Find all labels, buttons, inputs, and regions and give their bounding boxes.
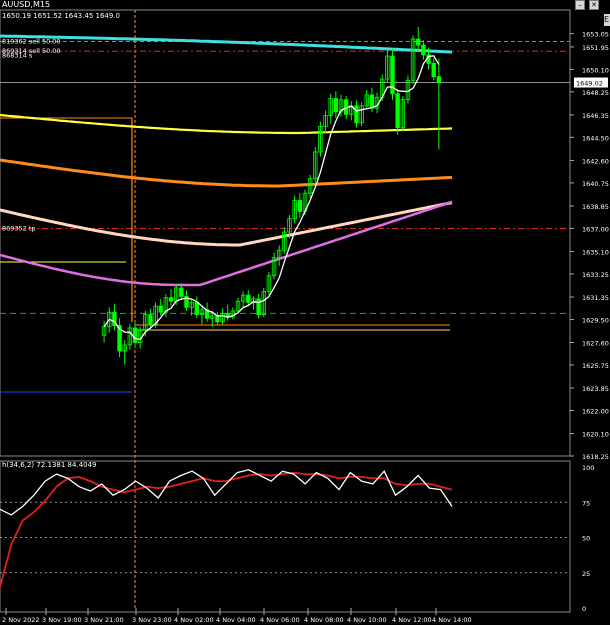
price-tick-label: 1642.60 — [582, 157, 609, 165]
ma-fast — [103, 55, 440, 341]
price-tick-label: 1620.10 — [582, 431, 609, 439]
price-tick-label: 1618.25 — [582, 453, 609, 461]
minimize-button[interactable]: – — [575, 0, 585, 10]
order-label: 819362 sell 50.00 — [2, 37, 61, 45]
price-tick-label: 1638.85 — [582, 203, 609, 211]
price-tick-label: 1648.25 — [582, 89, 609, 97]
candle — [436, 76, 442, 84]
candle — [246, 294, 251, 303]
indicator-tick-label: 0 — [582, 605, 586, 613]
chart-symbol-title: AUUSD,M15 — [2, 0, 51, 9]
current-price-label: 1649.02 — [576, 80, 603, 88]
time-tick-label: 3 Nov 21:00 — [84, 616, 124, 624]
time-tick-label: 4 Nov 04:00 — [216, 616, 256, 624]
price-tick-label: 1644.50 — [582, 134, 609, 142]
price-tick-label: 1635.10 — [582, 248, 609, 256]
ma-orange — [0, 158, 453, 188]
price-tick-label: 1629.50 — [582, 316, 609, 324]
candle — [416, 38, 421, 46]
candle — [395, 93, 400, 129]
time-tick-label: 4 Nov 10:00 — [347, 616, 387, 624]
indicator-title: h(34,6,2) 72.1381 84.4049 — [2, 461, 97, 469]
candle — [354, 105, 359, 124]
candle — [148, 314, 153, 325]
price-tick-label: 1623.85 — [582, 385, 609, 393]
price-tick-label: 1651.95 — [582, 44, 609, 52]
time-tick-label: 4 Nov 14:00 — [432, 616, 472, 624]
candle — [179, 287, 184, 297]
indicator-tick-label: 50 — [582, 535, 590, 543]
candle — [158, 305, 163, 313]
indicator-tick-label: 75 — [582, 499, 590, 507]
candle — [256, 298, 261, 315]
time-tick-label: 4 Nov 06:00 — [260, 616, 300, 624]
side-panel-tab[interactable]: E — [604, 14, 610, 26]
indicator-tick-label: 100 — [582, 464, 594, 472]
candle — [215, 315, 220, 323]
candle — [421, 44, 426, 56]
price-tick-label: 1631.35 — [582, 294, 609, 302]
price-tick-label: 1633.25 — [582, 271, 609, 279]
price-tick-label: 1622.00 — [582, 407, 609, 415]
price-pane-frame — [0, 9, 571, 457]
price-tick-label: 1653.05 — [582, 31, 609, 39]
price-tick-label: 1640.75 — [582, 180, 609, 188]
close-button[interactable]: ✕ — [589, 0, 599, 10]
time-tick-label: 2 Nov 2022 — [2, 616, 40, 624]
indicator-pane-frame — [0, 460, 571, 613]
price-tick-label: 1627.60 — [582, 340, 609, 348]
ma-cyan — [0, 34, 453, 54]
indicator-main-line — [0, 469, 453, 516]
ohlc-readout: 1650.19 1651.52 1643.45 1649.0 — [2, 12, 121, 20]
chart-canvas[interactable]: 1653.05 1651.95 1650.10 1648.25 1646.35 1644.… — [0, 0, 610, 625]
price-tick-label: 1650.10 — [582, 66, 609, 74]
time-tick-label: 4 Nov 08:00 — [304, 616, 344, 624]
time-tick-label: 4 Nov 02:00 — [174, 616, 214, 624]
time-tick-label: 3 Nov 23:00 — [132, 616, 172, 624]
price-tick-label: 1637.00 — [582, 225, 609, 233]
indicator-signal-line — [0, 471, 453, 588]
candle — [369, 94, 375, 109]
time-tick-label: 3 Nov 19:00 — [42, 616, 82, 624]
candle — [333, 98, 339, 113]
price-tick-label: 1625.75 — [582, 362, 609, 370]
candle — [168, 297, 174, 302]
candle — [297, 200, 302, 212]
candle — [132, 327, 138, 343]
price-tick-label: 1646.35 — [582, 112, 609, 120]
order-label: 868314 s — [2, 51, 33, 59]
candle — [194, 302, 199, 315]
order-label: 869352 tp — [2, 224, 36, 232]
time-tick-label: 4 Nov 12:00 — [392, 616, 432, 624]
indicator-tick-label: 25 — [582, 570, 590, 578]
candle — [431, 62, 436, 78]
